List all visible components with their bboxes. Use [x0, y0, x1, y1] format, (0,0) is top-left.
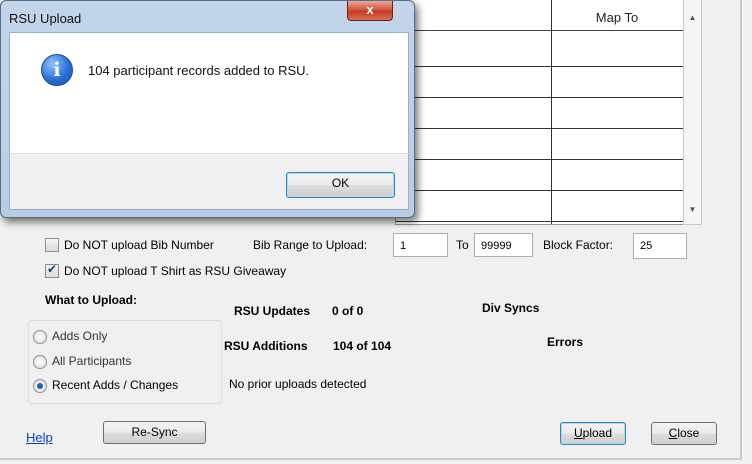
all-participants-label[interactable]: All Participants — [52, 354, 131, 368]
grid-row-divider — [396, 190, 683, 191]
upload-button[interactable]: Upload — [560, 422, 626, 445]
errors-label: Errors — [547, 335, 584, 349]
grid-row-divider — [396, 159, 683, 160]
what-to-upload-heading: What to Upload: — [45, 293, 137, 307]
prior-uploads-status: No prior uploads detected — [229, 377, 367, 391]
bib-from-input[interactable]: 1 — [393, 233, 448, 257]
scroll-down-arrow-icon[interactable]: ▼ — [684, 205, 701, 214]
no-tshirt-checkbox[interactable]: ✔ — [45, 262, 59, 278]
dialog-title: RSU Upload — [9, 11, 82, 26]
help-link[interactable]: Help — [26, 430, 53, 445]
dialog-close-icon[interactable]: x — [347, 1, 393, 21]
radio-adds-only[interactable] — [33, 330, 47, 344]
info-icon: i — [41, 54, 73, 86]
rsu-updates-label: RSU Updates — [234, 304, 311, 318]
block-factor-label: Block Factor: — [543, 238, 614, 252]
close-button[interactable]: Close — [651, 422, 717, 445]
rsu-additions-value: 104 of 104 — [333, 339, 392, 353]
radio-recent-adds-changes[interactable] — [33, 379, 47, 393]
rsu-upload-dialog: RSU Upload x i 104 participant records a… — [0, 0, 415, 218]
scroll-up-arrow-icon[interactable]: ▲ — [684, 13, 701, 22]
no-bib-checkbox[interactable] — [45, 238, 59, 252]
block-factor-input[interactable]: 25 — [633, 233, 687, 259]
rsu-updates-value: 0 of 0 — [332, 304, 364, 318]
grid-row-divider — [396, 66, 683, 67]
checkmark-icon: ✔ — [46, 262, 58, 276]
resync-button[interactable]: Re-Sync — [103, 421, 206, 444]
grid-row-divider — [396, 128, 683, 129]
radio-all-participants[interactable] — [33, 355, 47, 369]
bib-to-input[interactable]: 99999 — [474, 233, 533, 257]
mapping-grid[interactable]: Map To — [395, 0, 684, 225]
dialog-message: 104 participant records added to RSU. — [88, 63, 310, 78]
grid-row-divider — [396, 221, 683, 222]
no-bib-label: Do NOT upload Bib Number — [64, 238, 214, 252]
radio-selected-dot — [37, 383, 43, 389]
to-label: To — [456, 238, 469, 252]
recent-adds-changes-label[interactable]: Recent Adds / Changes — [52, 378, 178, 392]
grid-header: Map To — [396, 0, 683, 31]
ok-button[interactable]: OK — [286, 172, 395, 198]
no-tshirt-label: Do NOT upload T Shirt as RSU Giveaway — [64, 264, 287, 278]
rsu-additions-label: RSU Additions — [224, 339, 308, 353]
map-to-column-header[interactable]: Map To — [551, 10, 683, 25]
grid-row-divider — [396, 97, 683, 98]
dialog-body — [9, 32, 409, 154]
bib-range-label: Bib Range to Upload: — [253, 238, 368, 252]
div-syncs-label: Div Syncs — [482, 301, 540, 315]
adds-only-label[interactable]: Adds Only — [52, 329, 107, 343]
grid-scrollbar[interactable]: ▲ ▼ — [683, 0, 702, 225]
